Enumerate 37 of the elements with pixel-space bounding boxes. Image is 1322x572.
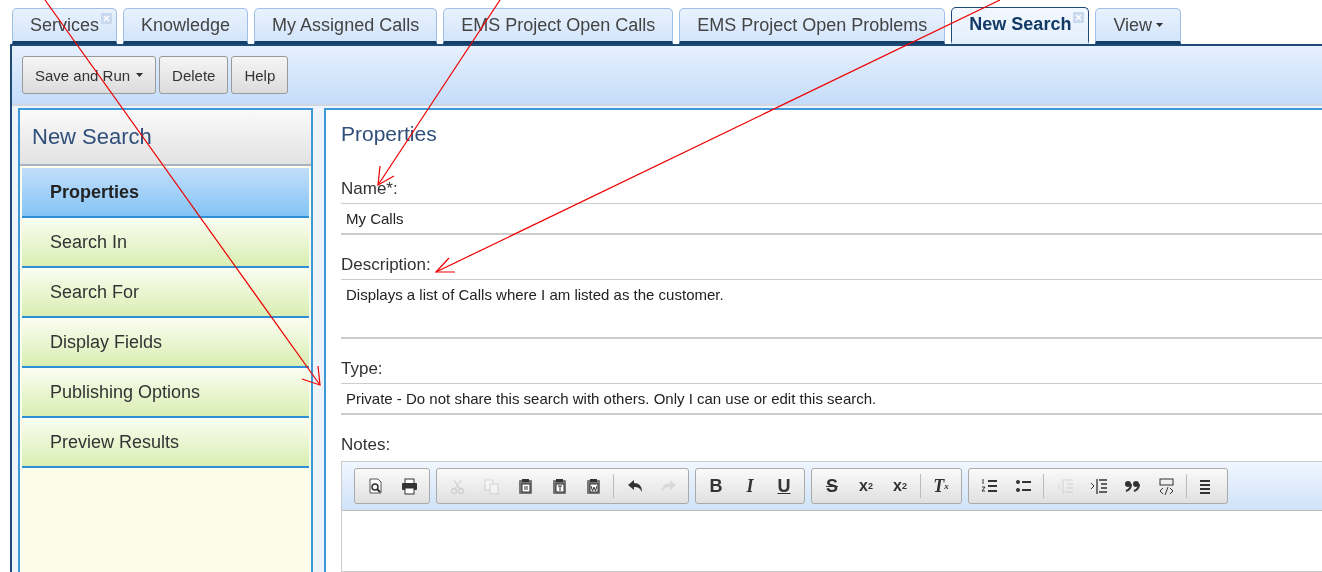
outdent-icon — [1055, 477, 1073, 495]
sidebar-item[interactable]: Preview Results — [22, 418, 309, 468]
scissors-icon — [448, 477, 466, 495]
tab[interactable]: My Assigned Calls — [254, 8, 438, 44]
sidebar-item[interactable]: Search For — [22, 268, 309, 318]
sidebar-item[interactable]: Display Fields — [22, 318, 309, 368]
tab[interactable]: View — [1095, 8, 1182, 44]
sidebar-item[interactable]: Search In — [22, 218, 309, 268]
copy-icon — [482, 477, 500, 495]
editor-button[interactable]: S — [818, 472, 846, 500]
toolbar-button[interactable]: Save and Run — [22, 56, 157, 94]
clipboard-icon — [550, 477, 568, 495]
toolbar-button[interactable]: Help — [231, 56, 289, 94]
tab[interactable]: New Search — [951, 7, 1090, 44]
input-field[interactable]: My Calls — [341, 203, 1322, 235]
bulleted-list-icon — [1014, 477, 1032, 495]
field-label: Notes: — [341, 435, 392, 455]
editor-button[interactable]: U — [770, 472, 798, 500]
code-block-icon — [1157, 477, 1175, 495]
text-area[interactable]: Displays a list of Calls where I am listed as the customer. — [341, 279, 1322, 339]
clipboard-icon — [516, 477, 534, 495]
printer-icon — [400, 477, 418, 495]
sidebar-item[interactable]: Publishing Options — [22, 368, 309, 418]
indent-icon — [1089, 477, 1107, 495]
tab[interactable]: EMS Project Open Problems — [679, 8, 946, 44]
input-field[interactable]: Private - Do not share this search with others. Only I can use or edit this search. — [341, 383, 1322, 415]
editor-button[interactable]: I — [736, 472, 764, 500]
sidebar-item[interactable]: Properties — [22, 168, 309, 218]
field-label: Type: — [341, 359, 384, 379]
field-label: Description: — [341, 255, 432, 275]
preview-icon — [366, 477, 384, 495]
tab[interactable]: Knowledge — [123, 8, 249, 44]
field-label: Name*: — [341, 179, 399, 199]
numbered-list-icon — [980, 477, 998, 495]
clipboard-icon — [584, 477, 602, 495]
toolbar-button[interactable]: Delete — [159, 56, 229, 94]
editor-button[interactable]: B — [702, 472, 730, 500]
